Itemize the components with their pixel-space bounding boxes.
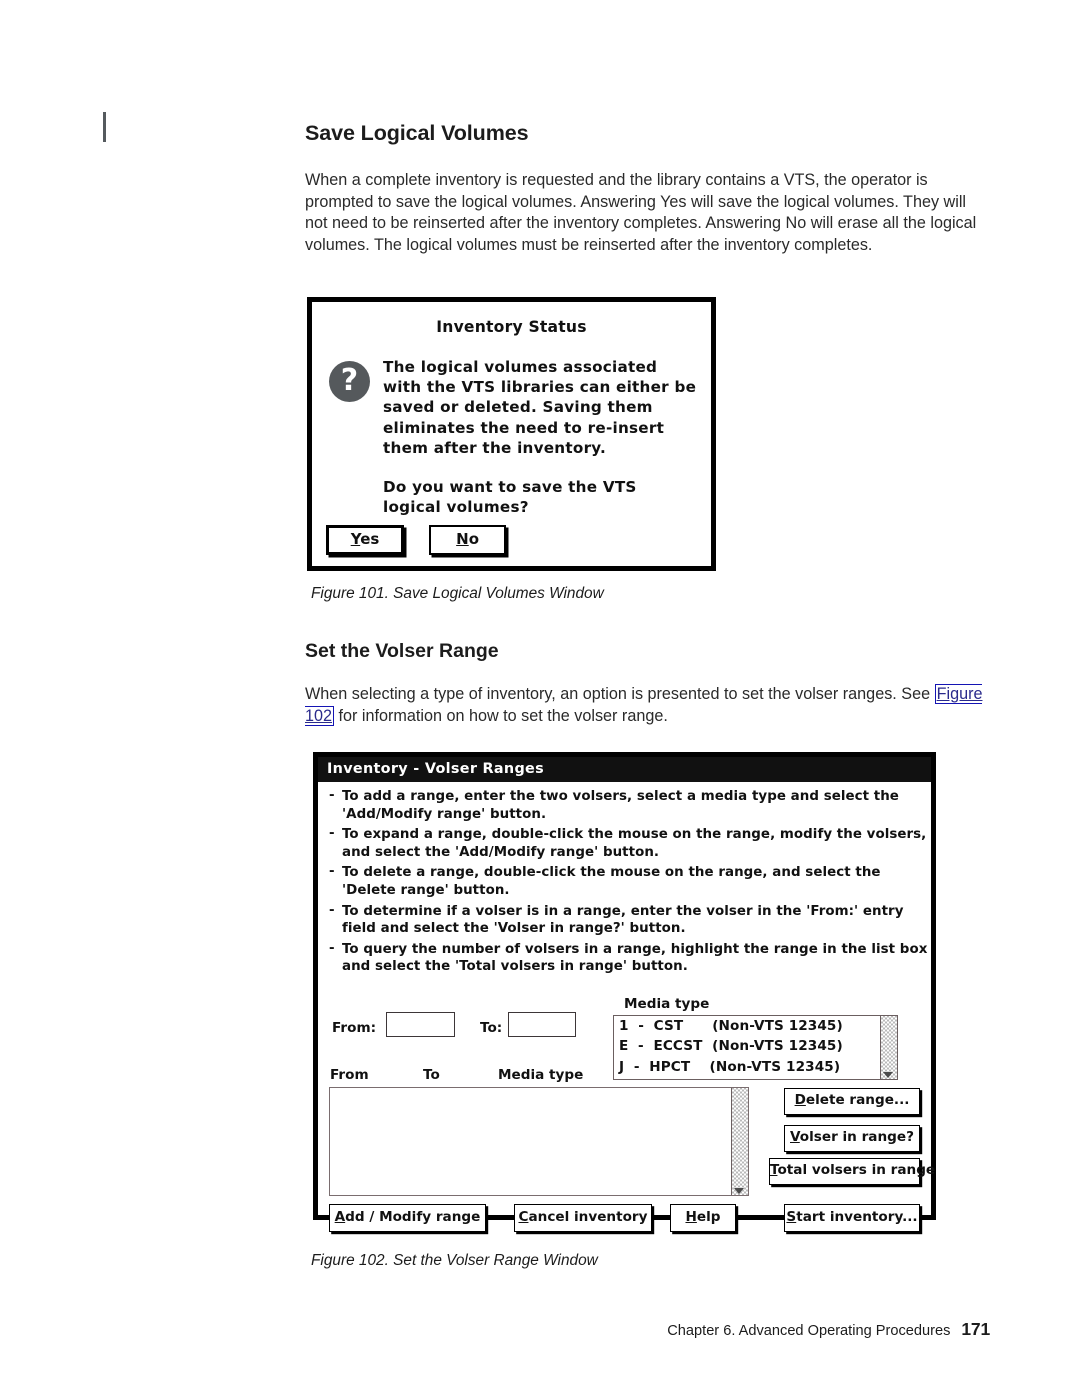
total-volsers-rest: otal volsers in range [777,1162,936,1178]
no-button-mnemonic: N [456,530,469,548]
column-header-media-type: Media type [498,1067,584,1083]
help-rest: elp [696,1209,721,1225]
page-title: Save Logical Volumes [305,121,529,146]
dialog-message-line-2: Do you want to save the VTS logical volu… [383,478,637,517]
document-page: Save Logical Volumes When a complete inv… [0,0,1080,1397]
list-item: To delete a range, double-click the mous… [326,863,930,899]
delete-range-button[interactable]: Delete range... [784,1088,920,1115]
start-inventory-rest: tart inventory... [796,1209,918,1225]
add-modify-range-button[interactable]: Add / Modify range [329,1204,486,1232]
start-inventory-button[interactable]: Start inventory... [784,1204,920,1232]
help-mnemonic: H [685,1209,697,1225]
yes-button-rest: es [360,530,380,548]
cancel-inventory-button[interactable]: Cancel inventory [514,1204,652,1232]
dialog-message: The logical volumes associated with the … [383,357,699,517]
dialog-message-line-1: The logical volumes associated with the … [383,358,697,457]
volser-range-paragraph: When selecting a type of inventory, an o… [305,684,985,727]
footer-chapter-text: Chapter 6. Advanced Operating Procedures [667,1323,951,1339]
page-footer: Chapter 6. Advanced Operating Procedures… [0,1319,990,1340]
from-label: From: [332,1020,377,1036]
list-item[interactable]: J - HPCT (Non-VTS 12345) [614,1057,897,1077]
question-mark-icon: ? [329,361,370,402]
list-item[interactable]: 1 - CST (Non-VTS 12345) [614,1016,897,1036]
media-type-listbox[interactable]: 1 - CST (Non-VTS 12345) E - ECCST (Non-V… [613,1015,898,1080]
help-button[interactable]: Help [670,1204,736,1232]
add-modify-rest: dd / Modify range [345,1209,481,1225]
paragraph-text-after-link: for information on how to set the volser… [334,706,668,725]
inventory-volser-ranges-window: Inventory - Volser Ranges To add a range… [313,752,936,1232]
list-item: To add a range, enter the two volsers, s… [326,787,930,823]
start-inventory-mnemonic: S [786,1209,797,1225]
instructions-list: To add a range, enter the two volsers, s… [326,787,930,979]
list-item: To expand a range, double-click the mous… [326,825,930,861]
volser-in-range-button[interactable]: Volser in range? [784,1125,920,1152]
volser-in-range-mnemonic: V [790,1129,800,1145]
cancel-inventory-mnemonic: C [518,1209,529,1225]
window-body: To add a range, enter the two volsers, s… [318,782,935,1232]
media-list-scrollbar[interactable] [880,1016,897,1079]
no-button-rest: o [468,530,480,548]
footer-page-number: 171 [961,1319,990,1339]
total-volsers-in-range-button[interactable]: Total volsers in range [769,1158,935,1185]
to-label: To: [480,1020,503,1036]
add-modify-mnemonic: A [334,1209,346,1225]
ranges-list-scrollbar[interactable] [731,1088,748,1195]
inventory-status-dialog: Inventory Status ? The logical volumes a… [307,297,716,571]
column-header-from: From [330,1067,369,1083]
list-item: To determine if a volser is in a range, … [326,902,930,938]
cancel-inventory-rest: ancel inventory [528,1209,648,1225]
column-header-to: To [423,1067,440,1083]
intro-paragraph: When a complete inventory is requested a… [305,171,977,254]
figure-caption-101: Figure 101. Save Logical Volumes Window [311,585,604,602]
to-input[interactable] [508,1012,576,1037]
delete-range-rest: elete range... [805,1092,910,1108]
volser-in-range-rest: olser in range? [799,1129,914,1145]
dialog-button-row: Yes No [326,525,507,555]
yes-button[interactable]: Yes [326,525,404,555]
change-bar [103,112,106,142]
figure-caption-102: Figure 102. Set the Volser Range Window [311,1252,598,1269]
list-item: To query the number of volsers in a rang… [326,940,930,976]
yes-button-mnemonic: Y [350,530,361,548]
list-item[interactable]: E - ECCST (Non-VTS 12345) [614,1036,897,1056]
chevron-down-icon[interactable] [734,1188,744,1194]
delete-range-mnemonic: D [794,1092,806,1108]
paragraph-text-before-link: When selecting a type of inventory, an o… [305,685,935,704]
window-title-bar: Inventory - Volser Ranges [318,757,931,782]
no-button[interactable]: No [429,525,507,555]
ranges-listbox[interactable] [329,1087,749,1196]
media-type-label: Media type [624,996,710,1012]
chevron-down-icon[interactable] [883,1072,893,1078]
dialog-title: Inventory Status [436,318,587,336]
from-input[interactable] [386,1012,455,1037]
section-title-volser-range: Set the Volser Range [305,640,499,663]
